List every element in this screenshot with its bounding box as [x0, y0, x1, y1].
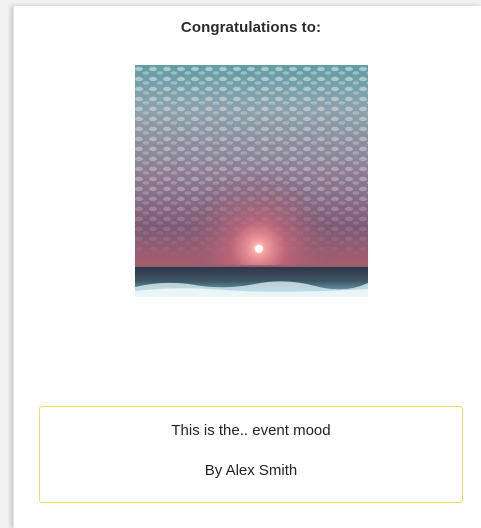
- message-author: By Alex Smith: [204, 462, 298, 479]
- sunset-photo: [135, 65, 368, 297]
- card-heading: Congratulations to:: [180, 19, 322, 36]
- message-text: This is the.. event mood: [171, 422, 331, 439]
- congratulations-card: Congratulations to: This is the.. event …: [13, 6, 481, 528]
- message-box: This is the.. event mood By Alex Smith: [39, 406, 463, 503]
